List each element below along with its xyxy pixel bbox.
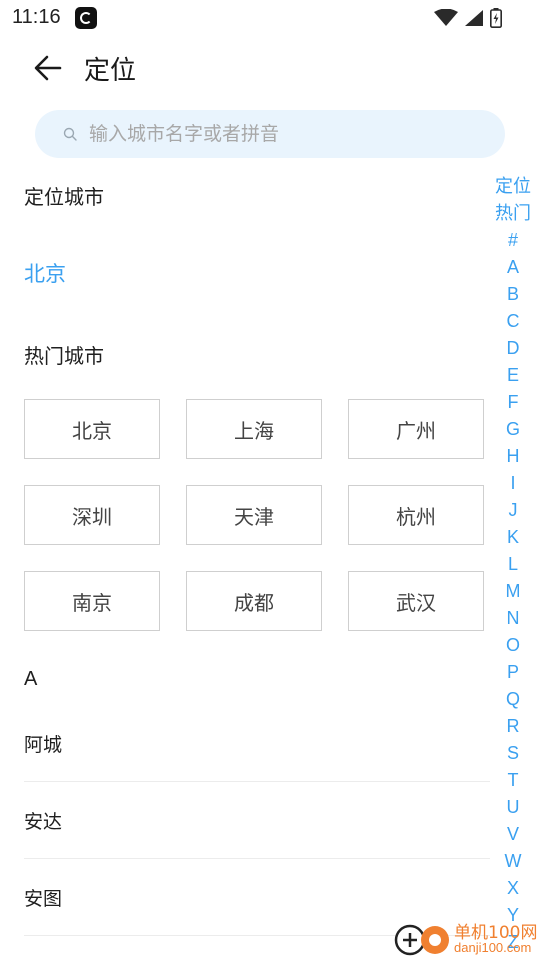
index-item-m[interactable]: M xyxy=(490,578,536,605)
hot-city-button[interactable]: 北京 xyxy=(24,399,160,459)
hot-city-button[interactable]: 上海 xyxy=(186,399,322,459)
index-item-r[interactable]: R xyxy=(490,713,536,740)
app-notification-icon xyxy=(75,7,97,29)
index-item-i[interactable]: I xyxy=(490,470,536,497)
status-time: 11:16 xyxy=(12,6,61,28)
index-item-o[interactable]: O xyxy=(490,632,536,659)
hot-city-button[interactable]: 南京 xyxy=(24,571,160,631)
hot-city-section-title: 热门城市 xyxy=(24,344,104,368)
located-city-section-title: 定位城市 xyxy=(24,185,104,209)
watermark-domain: danji100.com xyxy=(454,940,532,955)
top-app-bar: 定位 xyxy=(0,36,540,100)
index-item-n[interactable]: N xyxy=(490,605,536,632)
page-title: 定位 xyxy=(84,56,137,86)
city-list: 阿城 安达 安图 xyxy=(24,705,490,936)
list-section-letter: A xyxy=(24,668,38,690)
index-item-c[interactable]: C xyxy=(490,308,536,335)
hot-city-button[interactable]: 成都 xyxy=(186,571,322,631)
index-item-l[interactable]: L xyxy=(490,551,536,578)
index-item-q[interactable]: Q xyxy=(490,686,536,713)
index-item-t[interactable]: T xyxy=(490,767,536,794)
index-item-hot[interactable]: 热门 xyxy=(490,200,536,227)
search-icon xyxy=(63,127,77,141)
arrow-left-icon xyxy=(34,55,62,81)
index-item-k[interactable]: K xyxy=(490,524,536,551)
hot-city-button[interactable]: 武汉 xyxy=(348,571,484,631)
index-item-d[interactable]: D xyxy=(490,335,536,362)
back-button[interactable] xyxy=(30,52,66,84)
hot-city-button[interactable]: 杭州 xyxy=(348,485,484,545)
located-city-item[interactable]: 北京 xyxy=(24,258,66,288)
index-item-x[interactable]: X xyxy=(490,875,536,902)
index-item-s[interactable]: S xyxy=(490,740,536,767)
index-item-h[interactable]: H xyxy=(490,443,536,470)
search-input[interactable] xyxy=(89,110,489,158)
status-bar: 11:16 xyxy=(0,0,540,36)
index-item-located[interactable]: 定位 xyxy=(490,173,536,200)
watermark: 单机100网 danji100.com xyxy=(392,916,540,960)
hot-city-button[interactable]: 天津 xyxy=(186,485,322,545)
status-icons xyxy=(434,8,502,28)
alphabet-index-bar[interactable]: 定位 热门 # A B C D E F G H I J K L M N O P … xyxy=(490,173,536,956)
index-item-b[interactable]: B xyxy=(490,281,536,308)
index-item-g[interactable]: G xyxy=(490,416,536,443)
index-item-a[interactable]: A xyxy=(490,254,536,281)
hot-city-button[interactable]: 深圳 xyxy=(24,485,160,545)
index-item-v[interactable]: V xyxy=(490,821,536,848)
index-item-u[interactable]: U xyxy=(490,794,536,821)
cellular-signal-icon xyxy=(465,10,483,26)
index-item-p[interactable]: P xyxy=(490,659,536,686)
wifi-icon xyxy=(434,9,458,26)
index-item-e[interactable]: E xyxy=(490,362,536,389)
battery-icon xyxy=(490,8,502,28)
index-item-hash[interactable]: # xyxy=(490,227,536,254)
city-list-item[interactable]: 阿城 xyxy=(24,705,490,782)
index-item-j[interactable]: J xyxy=(490,497,536,524)
watermark-logo-icon xyxy=(394,924,449,956)
index-item-f[interactable]: F xyxy=(490,389,536,416)
hot-city-button[interactable]: 广州 xyxy=(348,399,484,459)
index-item-w[interactable]: W xyxy=(490,848,536,875)
city-list-item[interactable]: 安达 xyxy=(24,782,490,859)
search-bar[interactable] xyxy=(35,110,505,158)
